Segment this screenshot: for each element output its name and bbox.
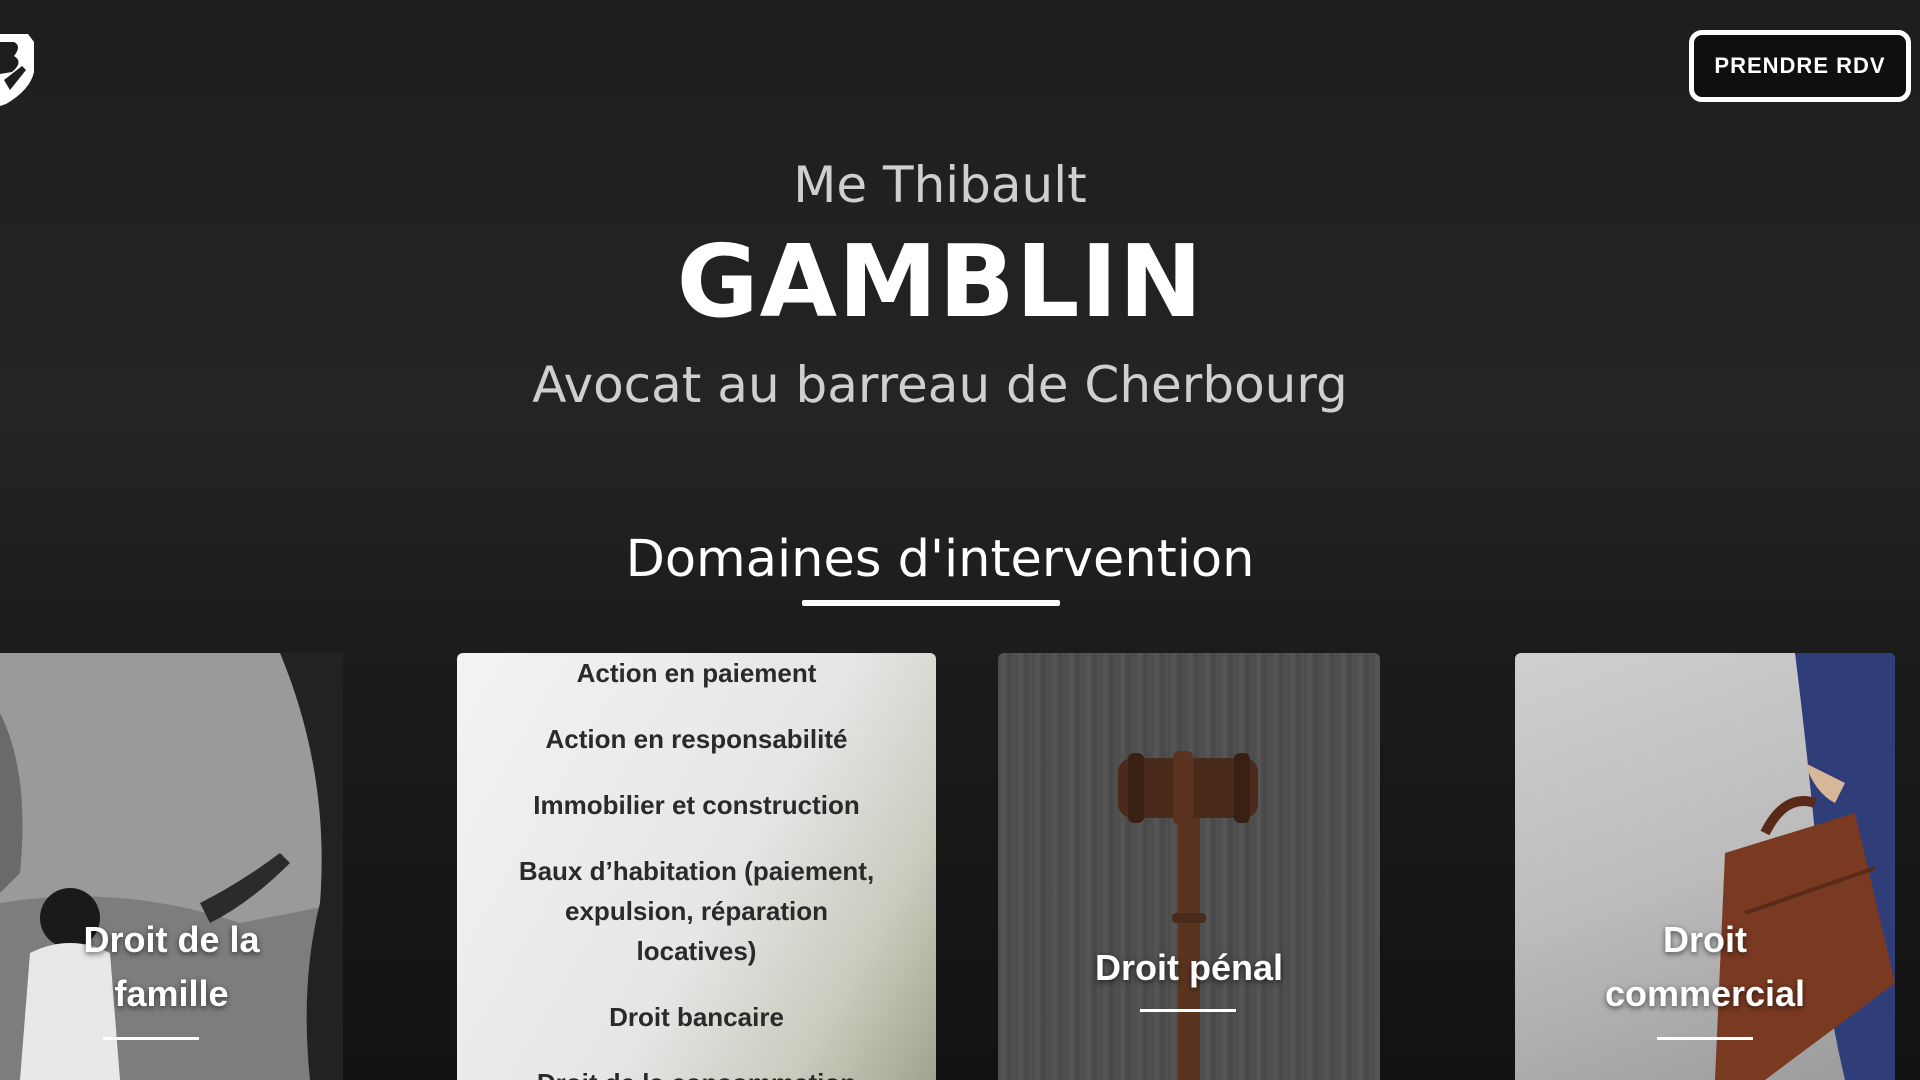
- domain-list: Action en paiement Action en responsabil…: [457, 653, 936, 1080]
- list-item: Action en paiement: [576, 658, 817, 688]
- gavel-photo: [1118, 751, 1258, 1080]
- card-underline: [103, 1037, 199, 1040]
- prendre-rdv-button[interactable]: PRENDRE RDV: [1689, 30, 1911, 102]
- section-title-underline: [802, 600, 1060, 606]
- card-droit-penal[interactable]: Droit pénal: [998, 653, 1380, 1080]
- card-underline: [1140, 1009, 1236, 1012]
- list-item: Action en responsabilité: [545, 724, 848, 754]
- card-droit-famille[interactable]: Droit de la famille: [0, 653, 343, 1080]
- card-domain-list[interactable]: Action en paiement Action en responsabil…: [457, 653, 936, 1080]
- section-title: Domaines d'intervention: [625, 530, 1255, 589]
- lawyer-name: GAMBLIN: [676, 223, 1204, 340]
- card-droit-commercial[interactable]: Droit commercial: [1515, 653, 1895, 1080]
- list-item: Droit bancaire: [609, 1002, 784, 1032]
- card-label-penal: Droit pénal: [1094, 947, 1283, 988]
- list-item: Baux d’habitation (paiement, expulsion, …: [518, 856, 875, 966]
- shield-logo-icon[interactable]: [0, 28, 36, 106]
- hero-pre-title: Me Thibault: [793, 156, 1087, 214]
- hero-subtitle: Avocat au barreau de Cherbourg: [532, 356, 1348, 414]
- list-item: Immobilier et construction: [533, 790, 860, 820]
- card-label-famille: Droit de la famille: [83, 919, 260, 1014]
- card-label-commercial: Droit commercial: [1604, 919, 1806, 1014]
- card-underline: [1657, 1037, 1753, 1040]
- list-item: Droit de la consommation: [457, 1063, 936, 1080]
